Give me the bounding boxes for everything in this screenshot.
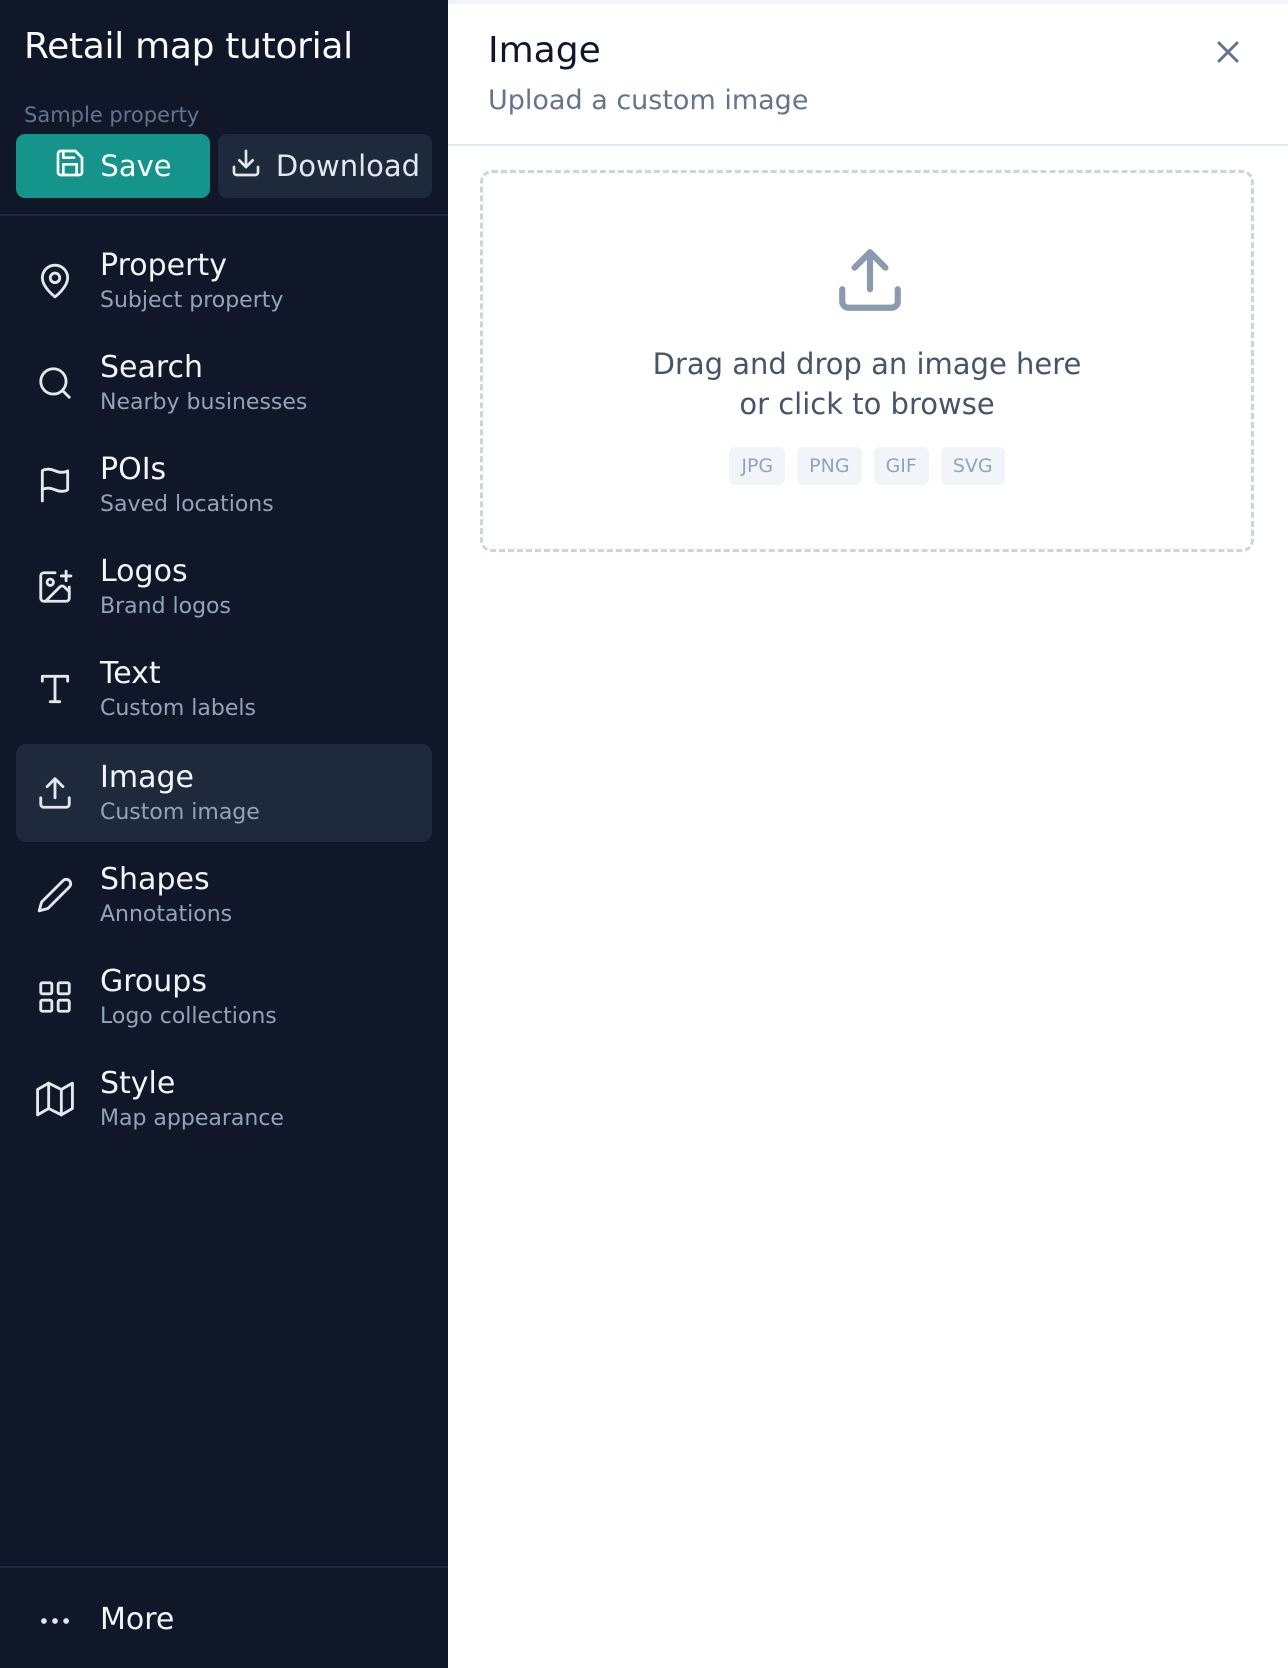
sidebar-item-label: Image <box>100 760 194 795</box>
map-icon <box>36 1080 74 1118</box>
sidebar-item-sublabel: Annotations <box>100 902 233 927</box>
sidebar-item-sublabel: Custom image <box>100 800 260 825</box>
image-panel: Image Upload a custom image Drag and dro… <box>448 0 1288 1668</box>
format-badge: JPG <box>729 447 786 485</box>
sidebar-item-sublabel: Nearby businesses <box>100 390 308 415</box>
image-plus-icon <box>36 568 74 606</box>
sidebar-item-label: Shapes <box>100 862 210 897</box>
flag-icon <box>36 466 74 504</box>
save-icon <box>54 147 86 186</box>
panel-title: Image <box>488 30 601 71</box>
sidebar-item-sublabel: Logo collections <box>100 1004 277 1029</box>
grid-icon <box>36 978 74 1016</box>
more-horizontal-icon <box>36 1602 74 1640</box>
sidebar-item-pois[interactable]: POIs Saved locations <box>16 436 432 534</box>
panel-subtitle: Upload a custom image <box>488 85 809 116</box>
close-icon <box>1210 41 1246 74</box>
panel-divider <box>448 144 1288 146</box>
sidebar-item-label: Property <box>100 248 227 283</box>
app-title: Retail map tutorial <box>24 26 353 67</box>
sidebar-divider <box>0 214 448 216</box>
format-badge: SVG <box>940 447 1005 485</box>
save-button[interactable]: Save <box>16 134 210 198</box>
sidebar-bottom-divider <box>0 1566 448 1568</box>
sidebar-item-style[interactable]: Style Map appearance <box>16 1050 432 1148</box>
panel-top-border <box>448 0 1288 4</box>
format-badge: PNG <box>797 447 862 485</box>
save-label: Save <box>100 149 172 183</box>
sidebar-item-label: POIs <box>100 452 167 487</box>
sidebar-item-sublabel: Brand logos <box>100 594 231 619</box>
sidebar-item-label: Style <box>100 1066 176 1101</box>
sidebar-item-groups[interactable]: Groups Logo collections <box>16 948 432 1046</box>
download-button[interactable]: Download <box>218 134 432 198</box>
sidebar-item-sublabel: Subject property <box>100 288 284 313</box>
search-icon <box>36 364 74 402</box>
sidebar-item-sublabel: Custom labels <box>100 696 256 721</box>
image-dropzone[interactable]: Drag and drop an image here or click to … <box>480 170 1254 552</box>
more-label: More <box>100 1602 175 1637</box>
download-icon <box>230 147 262 186</box>
format-badge: GIF <box>873 447 929 485</box>
sidebar-item-image[interactable]: Image Custom image <box>16 744 432 842</box>
sidebar-item-property[interactable]: Property Subject property <box>16 232 432 330</box>
dropzone-browse-hint: or click to browse <box>739 387 995 421</box>
dropzone-instruction: Drag and drop an image here <box>652 347 1082 381</box>
pencil-icon <box>36 876 74 914</box>
sidebar-item-label: Text <box>100 656 161 691</box>
sidebar-item-search[interactable]: Search Nearby businesses <box>16 334 432 432</box>
upload-icon <box>36 774 74 812</box>
sidebar-item-label: Search <box>100 350 204 385</box>
sidebar-item-sublabel: Map appearance <box>100 1106 284 1131</box>
close-button[interactable] <box>1210 34 1246 70</box>
more-button[interactable]: More <box>16 1580 432 1660</box>
sidebar-item-label: Logos <box>100 554 188 589</box>
upload-icon <box>833 243 907 317</box>
sidebar-item-shapes[interactable]: Shapes Annotations <box>16 846 432 944</box>
format-badges: JPG PNG GIF SVG <box>483 447 1251 485</box>
project-label: Sample property <box>24 103 200 127</box>
map-pin-icon <box>36 262 74 300</box>
sidebar-item-sublabel: Saved locations <box>100 492 274 517</box>
sidebar-item-logos[interactable]: Logos Brand logos <box>16 538 432 636</box>
sidebar-item-label: Groups <box>100 964 207 999</box>
sidebar-item-text[interactable]: Text Custom labels <box>16 640 432 738</box>
download-label: Download <box>275 149 421 183</box>
sidebar: Retail map tutorial Sample property Save… <box>0 0 448 1668</box>
type-icon <box>36 670 74 708</box>
